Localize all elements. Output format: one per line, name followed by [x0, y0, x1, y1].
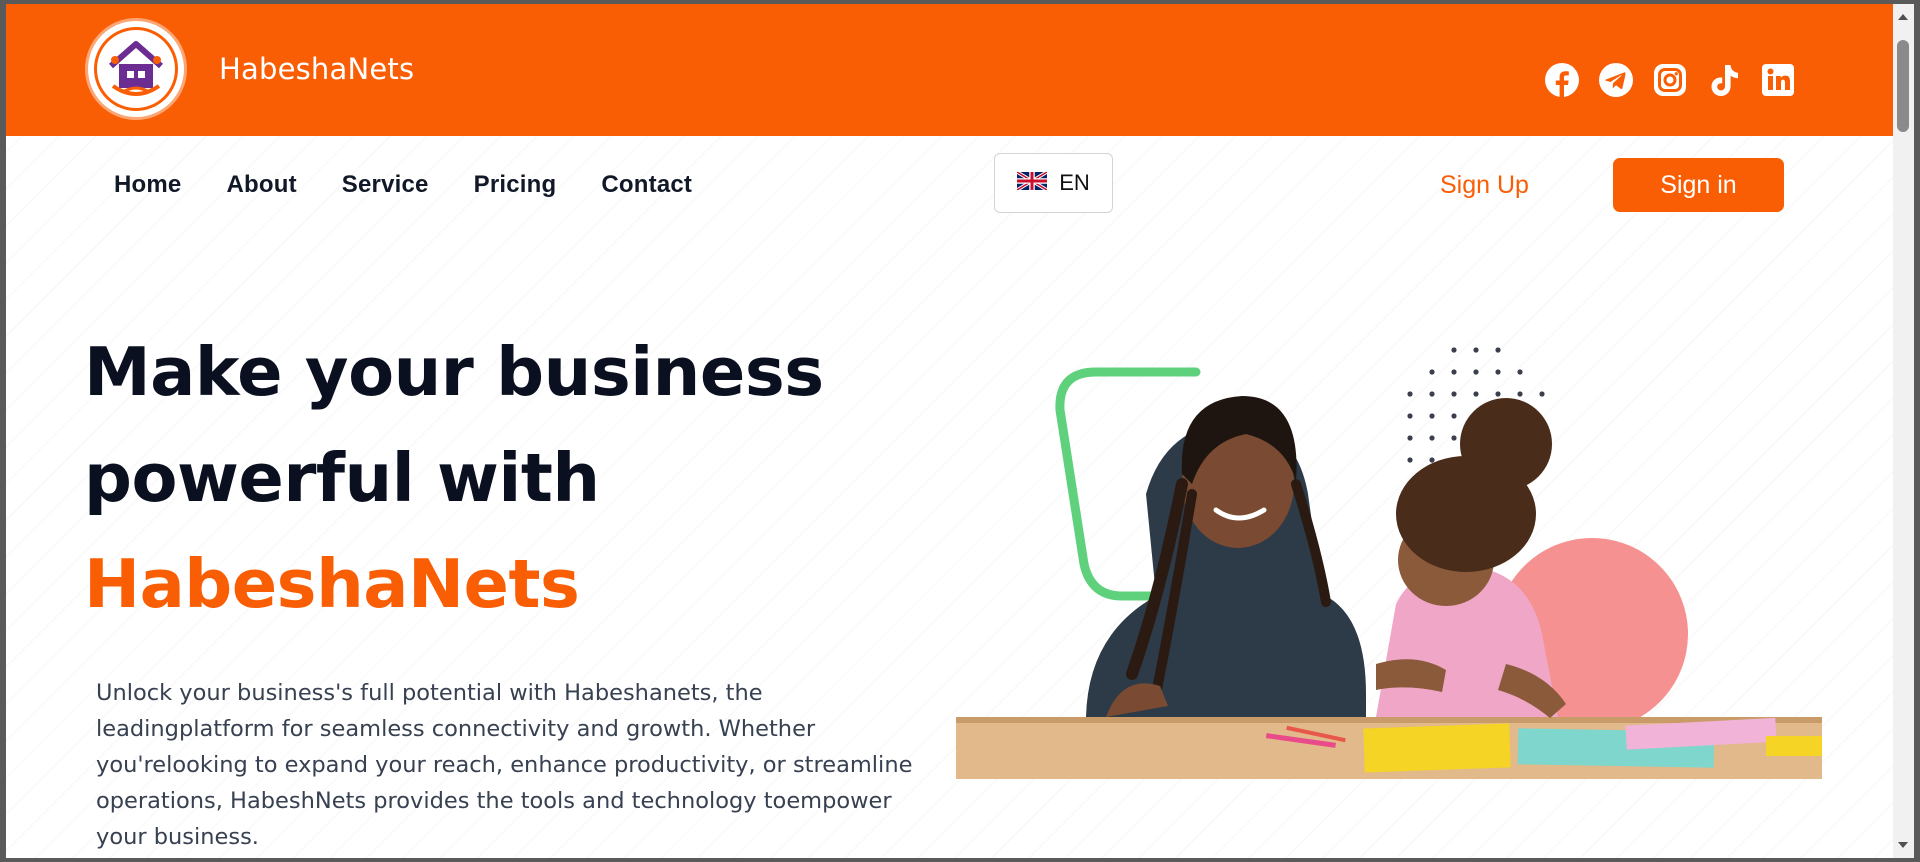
- scroll-down-arrow-icon[interactable]: [1898, 842, 1908, 848]
- hero-title-line-2: powerful with: [84, 439, 600, 517]
- nav-service[interactable]: Service: [342, 171, 429, 199]
- hero-image: [946, 334, 1826, 784]
- browser-window: HabeshaNets Home About Service Pricing C…: [6, 4, 1914, 858]
- nav-home[interactable]: Home: [114, 171, 181, 199]
- nav-about[interactable]: About: [226, 171, 296, 199]
- uk-flag-icon: [1016, 170, 1049, 194]
- main-nav: Home About Service Pricing Contact: [114, 171, 692, 199]
- home-family-logo-icon: [94, 27, 178, 111]
- instagram-icon[interactable]: [1652, 62, 1688, 98]
- page-viewport: HabeshaNets Home About Service Pricing C…: [6, 4, 1893, 858]
- language-code: EN: [1059, 170, 1090, 195]
- scroll-thumb[interactable]: [1897, 40, 1909, 132]
- logo[interactable]: [88, 21, 184, 117]
- sign-up-link[interactable]: Sign Up: [1440, 171, 1529, 200]
- hero-title: Make your business powerful with Habesha…: [84, 319, 824, 637]
- telegram-icon[interactable]: [1598, 62, 1634, 98]
- hero-description: Unlock your business's full potential wi…: [96, 679, 913, 850]
- scroll-up-arrow-icon[interactable]: [1898, 14, 1908, 20]
- vertical-scrollbar[interactable]: [1893, 4, 1914, 858]
- facebook-icon[interactable]: [1544, 62, 1580, 98]
- nav-contact[interactable]: Contact: [601, 171, 692, 199]
- hero-title-line-1: Make your business: [84, 333, 824, 411]
- tiktok-icon[interactable]: [1706, 62, 1742, 98]
- language-selector[interactable]: EN: [994, 153, 1113, 213]
- social-links: [1544, 62, 1796, 98]
- top-bar: HabeshaNets: [6, 4, 1893, 136]
- hero-title-accent: HabeshaNets: [84, 545, 580, 623]
- linkedin-icon[interactable]: [1760, 62, 1796, 98]
- brand-name[interactable]: HabeshaNets: [219, 52, 414, 86]
- sign-in-button[interactable]: Sign in: [1613, 158, 1784, 212]
- nav-pricing[interactable]: Pricing: [474, 171, 557, 199]
